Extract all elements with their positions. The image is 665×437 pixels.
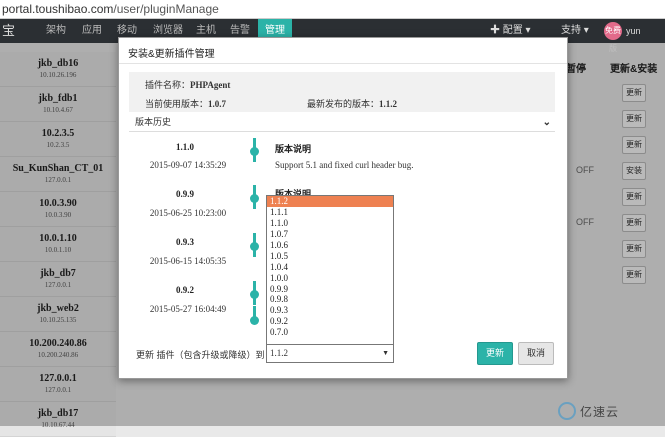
version-option[interactable]: 0.7.0	[267, 327, 393, 338]
nav-application[interactable]: 应用	[76, 19, 108, 43]
history-version: 0.9.2	[176, 285, 194, 295]
version-option[interactable]: 1.0.0	[267, 273, 393, 284]
timeline-dot	[250, 194, 259, 203]
caret-down-icon: ▼	[382, 349, 389, 357]
history-note: Support 5.1 and fixed curl header bug.	[275, 160, 414, 170]
watermark: 亿速云	[558, 402, 658, 422]
history-note-title: 版本说明	[275, 144, 312, 154]
version-option[interactable]: 0.9.9	[267, 284, 393, 295]
divider	[119, 63, 567, 64]
avatar[interactable]: 免费版	[604, 22, 622, 53]
history-version: 1.1.0	[176, 142, 194, 152]
cloud-logo-icon	[558, 402, 576, 420]
timeline-dot	[250, 242, 259, 251]
plugin-info: 插件名称：PHPAgent 当前使用版本：1.0.7 最新发布的版本：1.1.2	[129, 72, 555, 112]
history-date: 2015-06-25 10:23:00	[149, 208, 227, 218]
url-host: portal.toushibao.com	[2, 2, 114, 16]
latest-version-value: 1.1.2	[379, 99, 398, 109]
update-button[interactable]: 更新	[477, 342, 513, 365]
history-version: 0.9.9	[176, 189, 194, 199]
version-option[interactable]: 1.1.0	[267, 218, 393, 229]
version-dropdown-list[interactable]: 1.1.2 1.1.1 1.1.0 1.0.7 1.0.6 1.0.5 1.0.4 1.0.0…	[266, 195, 394, 346]
version-option[interactable]: 1.1.1	[267, 207, 393, 218]
version-history-toggle[interactable]: 版本历史 ⌄	[129, 114, 555, 132]
history-date: 2015-05-27 16:04:49	[149, 304, 227, 314]
version-option[interactable]: 1.0.6	[267, 240, 393, 251]
history-date: 2015-06-15 14:05:35	[149, 256, 227, 266]
cancel-button[interactable]: 取消	[518, 342, 554, 365]
timeline-dot	[250, 290, 259, 299]
version-option[interactable]: 1.1.2	[267, 196, 393, 207]
history-version: 0.9.3	[176, 237, 194, 247]
latest-version-row: 最新发布的版本：1.1.2	[307, 97, 397, 110]
history-date: 2015-09-07 14:35:29	[149, 160, 227, 170]
current-version-row: 当前使用版本：1.0.7	[145, 97, 226, 110]
current-version-value: 1.0.7	[208, 99, 227, 109]
version-option[interactable]: 1.0.5	[267, 251, 393, 262]
version-option[interactable]: 0.9.8	[267, 294, 393, 305]
watermark-text: 亿速云	[580, 405, 620, 419]
url-path: /user/pluginManage	[113, 2, 219, 16]
version-option[interactable]: 0.9.3	[267, 305, 393, 316]
dialog-title: 安装&更新插件管理	[128, 49, 215, 60]
plugin-manage-dialog: 安装&更新插件管理 插件名称：PHPAgent 当前使用版本：1.0.7 最新发…	[118, 37, 568, 379]
update-target-label: 更新 插件（包含升级或降级）到	[136, 350, 265, 360]
plugin-name-value: PHPAgent	[190, 80, 231, 90]
version-select-value: 1.1.2	[270, 348, 288, 358]
version-select[interactable]: 1.1.2 ▼	[266, 344, 394, 363]
username[interactable]: yun	[626, 19, 641, 43]
plugin-name-row: 插件名称：PHPAgent	[145, 78, 230, 91]
brand-logo[interactable]: 宝	[0, 19, 36, 43]
timeline-dot	[250, 147, 259, 156]
version-history-label: 版本历史	[135, 117, 172, 127]
address-bar[interactable]: portal.toushibao.com/user/pluginManage	[0, 0, 665, 19]
current-version-label: 当前使用版本：	[145, 99, 209, 109]
version-option[interactable]: 1.0.4	[267, 262, 393, 273]
plugin-name-label: 插件名称：	[145, 80, 191, 90]
chevron-down-icon[interactable]: ⌄	[543, 114, 551, 131]
version-option[interactable]: 0.9.2	[267, 316, 393, 327]
nav-architecture[interactable]: 架构	[40, 19, 72, 43]
version-option[interactable]: 1.0.7	[267, 229, 393, 240]
timeline-dot	[250, 316, 259, 325]
latest-version-label: 最新发布的版本：	[307, 99, 380, 109]
